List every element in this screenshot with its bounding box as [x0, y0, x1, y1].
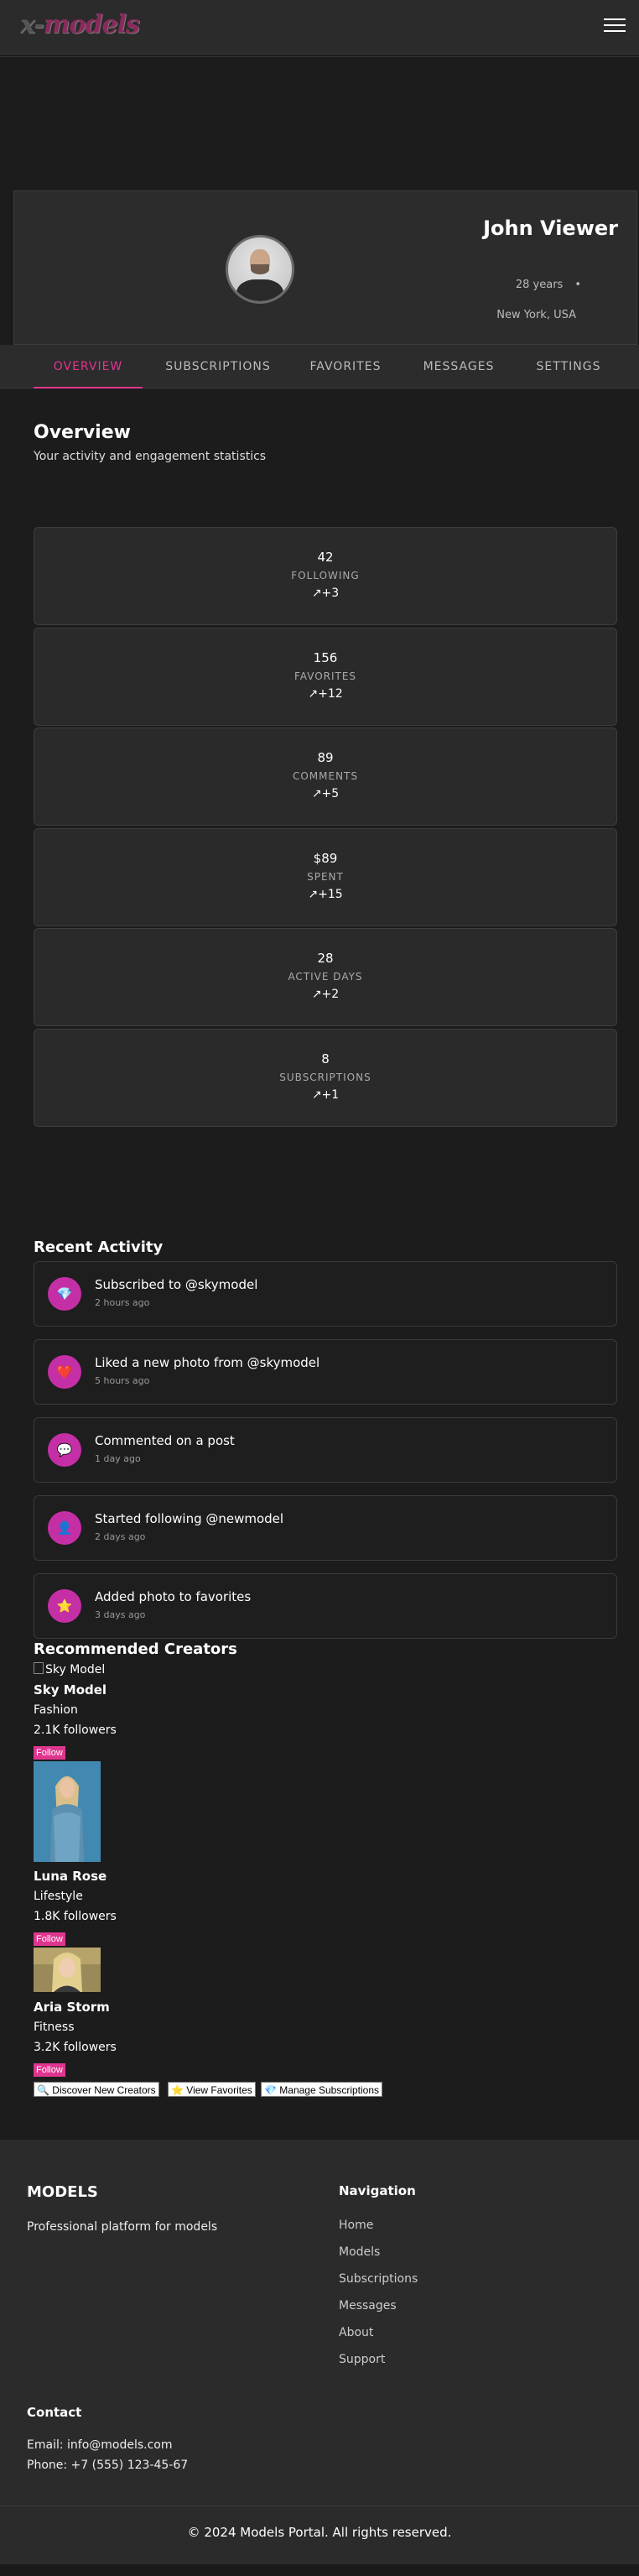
activity-item[interactable]: ⭐ Added photo to favorites 3 days ago [34, 1573, 617, 1639]
stat-label: SUBSCRIPTIONS [279, 1072, 371, 1083]
activity-item[interactable]: ❤️ Liked a new photo from @skymodel 5 ho… [34, 1339, 617, 1405]
creator-category: Fashion [34, 1703, 78, 1717]
stat-card-spent: $89 SPENT ↗+15 [34, 828, 617, 926]
stat-change: ↗+3 [311, 587, 340, 600]
activity-time: 5 hours ago [95, 1375, 150, 1386]
follow-button[interactable]: Follow [34, 1746, 65, 1760]
footer-link-subscriptions[interactable]: Subscriptions [339, 2272, 418, 2286]
creator-name[interactable]: Aria Storm [34, 2000, 110, 2015]
tab-overview[interactable]: OVERVIEW [34, 345, 143, 388]
creator-category: Fitness [34, 2021, 75, 2034]
creator-photo-broken[interactable]: Sky Model [34, 1662, 105, 1676]
overview-title: Overview [34, 422, 131, 443]
footer-copyright: © 2024 Models Portal. All rights reserve… [187, 2525, 452, 2540]
footer-link-models[interactable]: Models [339, 2245, 380, 2259]
stat-label: FAVORITES [294, 670, 357, 682]
view-favorites-button[interactable]: ⭐ View Favorites [168, 2082, 256, 2097]
activity-time: 3 days ago [95, 1609, 146, 1620]
activity-time: 1 day ago [95, 1453, 141, 1464]
footer-link-home[interactable]: Home [339, 2219, 373, 2232]
stat-value: 8 [321, 1051, 330, 1066]
manage-subscriptions-button[interactable]: 💎 Manage Subscriptions [261, 2082, 383, 2097]
broken-image-icon [34, 1662, 44, 1674]
stat-label: SPENT [307, 871, 344, 883]
footer-description: Professional platform for models [27, 2220, 218, 2234]
stat-card-comments: 89 COMMENTS ↗+5 [34, 727, 617, 826]
activity-item[interactable]: 💎 Subscribed to @skymodel 2 hours ago [34, 1261, 617, 1327]
stat-card-favorites: 156 FAVORITES ↗+12 [34, 628, 617, 726]
footer-link-messages[interactable]: Messages [339, 2299, 397, 2313]
stat-card-active-days: 28 ACTIVE DAYS ↗+2 [34, 928, 617, 1026]
stat-value: 42 [317, 550, 334, 565]
footer-link-about[interactable]: About [339, 2326, 373, 2339]
activity-time: 2 days ago [95, 1531, 146, 1542]
site-footer: MODELS Professional platform for models … [0, 2140, 639, 2576]
creator-name[interactable]: Sky Model [34, 1682, 106, 1697]
header-divider [0, 56, 639, 57]
footer-brand: MODELS [27, 2183, 98, 2201]
stat-change: ↗+12 [308, 687, 343, 701]
activity-time: 2 hours ago [95, 1297, 150, 1308]
recent-activity-title: Recent Activity [34, 1238, 164, 1256]
profile-age: 28 years • [515, 279, 581, 291]
discover-creators-button[interactable]: 🔍 Discover New Creators [34, 2082, 159, 2097]
follow-button[interactable]: Follow [34, 1932, 65, 1946]
stat-value: 28 [317, 951, 334, 966]
star-icon: ⭐ [48, 1589, 81, 1623]
heart-icon: ❤️ [48, 1355, 81, 1389]
stat-change: ↗+15 [308, 888, 343, 901]
overview-subtitle: Your activity and engagement statistics [34, 450, 267, 463]
activity-text: Added photo to favorites [95, 1589, 252, 1604]
activity-text: Subscribed to @skymodel [95, 1277, 258, 1292]
profile-location: New York, USA [496, 309, 576, 321]
creator-photo[interactable] [34, 1761, 101, 1862]
stat-label: FOLLOWING [291, 570, 360, 581]
activity-item[interactable]: 💬 Commented on a post 1 day ago [34, 1417, 617, 1483]
site-logo[interactable]: x-models [20, 10, 140, 39]
stat-value: 89 [317, 750, 334, 765]
stat-label: ACTIVE DAYS [288, 971, 363, 983]
footer-contact-title: Contact [27, 2405, 82, 2420]
tab-favorites[interactable]: FAVORITES [295, 345, 396, 388]
creator-name[interactable]: Luna Rose [34, 1869, 106, 1884]
footer-link-support[interactable]: Support [339, 2353, 385, 2366]
stat-label: COMMENTS [292, 770, 359, 782]
activity-text: Commented on a post [95, 1433, 235, 1448]
tab-settings[interactable]: SETTINGS [522, 345, 616, 388]
stat-card-following: 42 FOLLOWING ↗+3 [34, 527, 617, 625]
creator-followers: 2.1K followers [34, 1723, 117, 1737]
creator-followers: 3.2K followers [34, 2041, 117, 2054]
footer-nav-title: Navigation [339, 2183, 416, 2198]
profile-tabs: OVERVIEW SUBSCRIPTIONS FAVORITES MESSAGE… [0, 345, 639, 388]
footer-bottom-bar [0, 2564, 639, 2576]
follow-button[interactable]: Follow [34, 2063, 65, 2077]
profile-name: John Viewer [483, 216, 618, 240]
top-header: x-models [0, 0, 639, 55]
tab-subscriptions[interactable]: SUBSCRIPTIONS [151, 345, 285, 388]
stat-card-subscriptions: 8 SUBSCRIPTIONS ↗+1 [34, 1029, 617, 1127]
stat-value: $89 [313, 851, 338, 866]
creator-photo[interactable] [34, 1948, 101, 1992]
recommended-creators-title: Recommended Creators [34, 1640, 237, 1658]
speech-bubble-icon: 💬 [48, 1433, 81, 1467]
hamburger-menu-icon[interactable] [604, 18, 626, 35]
stat-change: ↗+2 [311, 988, 340, 1001]
tab-messages[interactable]: MESSAGES [409, 345, 508, 388]
activity-item[interactable]: 👤 Started following @newmodel 2 days ago [34, 1495, 617, 1561]
activity-text: Liked a new photo from @skymodel [95, 1355, 320, 1370]
footer-phone[interactable]: Phone: +7 (555) 123-45-67 [27, 2459, 188, 2472]
stat-value: 156 [313, 650, 338, 665]
stat-change: ↗+1 [311, 1088, 340, 1102]
creator-followers: 1.8K followers [34, 1910, 117, 1923]
profile-card: John Viewer 28 years • New York, USA [13, 190, 637, 345]
stat-change: ↗+5 [311, 787, 340, 800]
footer-email[interactable]: Email: info@models.com [27, 2438, 173, 2452]
avatar[interactable] [226, 235, 294, 304]
activity-text: Started following @newmodel [95, 1511, 284, 1526]
diamond-icon: 💎 [48, 1277, 81, 1311]
user-icon: 👤 [48, 1511, 81, 1545]
creator-category: Lifestyle [34, 1890, 83, 1903]
